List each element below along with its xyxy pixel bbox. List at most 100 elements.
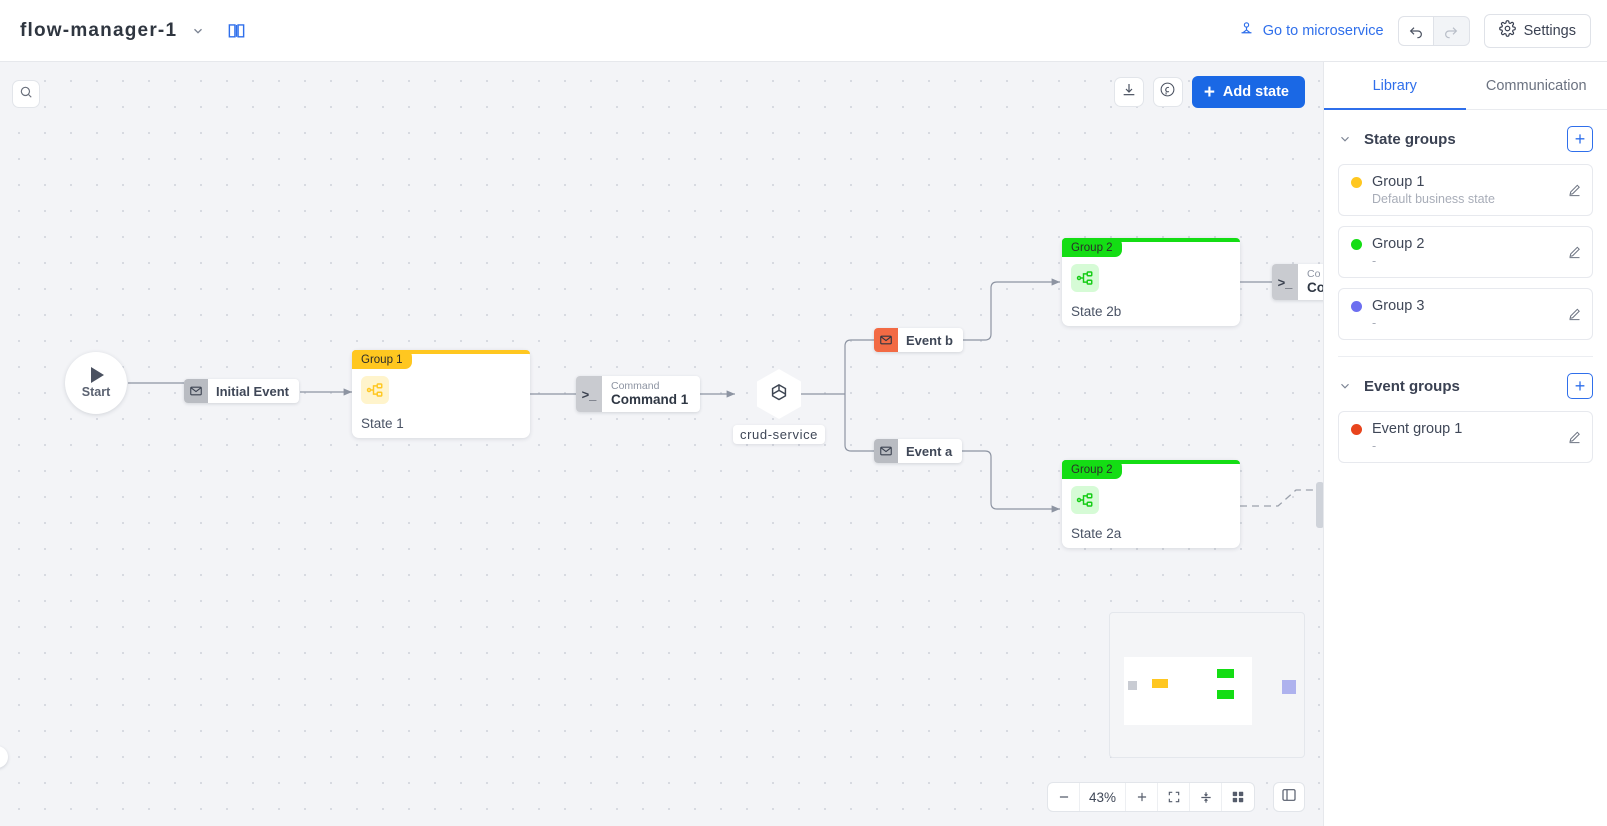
left-collapse-handle[interactable] — [0, 746, 8, 768]
zoom-toolbar: 43% — [1047, 782, 1255, 812]
service-node-crud-service[interactable]: crud-service — [733, 369, 825, 444]
minimap-node — [1282, 680, 1296, 694]
command-node-clipped[interactable]: >_ Co Co — [1272, 264, 1323, 300]
command-text: Command Command 1 — [602, 376, 700, 412]
state-node-state-1[interactable]: Group 1 State 1 — [352, 350, 530, 438]
state-group-header: Group 1 — [1351, 174, 1582, 190]
event-node-initial[interactable]: Initial Event — [184, 379, 299, 403]
clipped-node-edge[interactable] — [1316, 482, 1323, 528]
redo-button[interactable] — [1434, 16, 1470, 46]
microservice-icon — [1238, 20, 1255, 41]
minimap-node — [1217, 669, 1234, 678]
event-badge[interactable]: Event a — [874, 439, 962, 463]
top-bar: flow-manager-1 Go to microservice — [0, 0, 1607, 62]
state-group-header: Group 3 — [1351, 298, 1582, 314]
start-node-label: Start — [82, 385, 110, 399]
state-group-item-group-2[interactable]: Group 2 - — [1338, 226, 1593, 278]
command-kind-label: Co — [1307, 268, 1323, 280]
state-card[interactable]: Group 1 State 1 — [352, 350, 530, 438]
add-event-group-button[interactable]: + — [1567, 373, 1593, 399]
pencil-icon[interactable] — [1567, 245, 1582, 260]
right-panel: Library Communication State groups + Gro… — [1323, 62, 1607, 826]
event-groups-chevron-down-icon[interactable] — [1338, 379, 1352, 393]
command-badge[interactable]: >_ Co Co — [1272, 264, 1323, 300]
add-state-button[interactable]: + Add state — [1192, 76, 1305, 108]
command-badge[interactable]: >_ Command Command 1 — [576, 376, 700, 412]
body: + Add state — [0, 62, 1607, 826]
group-name: Group 1 — [1372, 174, 1424, 190]
event-label: Event b — [898, 328, 963, 352]
event-label: Initial Event — [208, 379, 299, 403]
flow-canvas[interactable]: + Add state — [0, 62, 1323, 826]
plus-icon: + — [1204, 83, 1215, 102]
state-card[interactable]: Group 2 State 2a — [1062, 460, 1240, 548]
command-name: Co — [1307, 280, 1323, 296]
state-card[interactable]: Group 2 State 2b — [1062, 238, 1240, 326]
settings-button[interactable]: Settings — [1484, 14, 1591, 48]
command-node-command-1[interactable]: >_ Command Command 1 — [576, 376, 700, 412]
group-subtitle: Default business state — [1372, 192, 1582, 206]
title-dropdown-chevron-down-icon[interactable] — [191, 24, 205, 38]
download-button[interactable] — [1114, 77, 1144, 107]
event-group-item-event-group-1[interactable]: Event group 1 - — [1338, 411, 1593, 463]
search-icon — [19, 85, 33, 104]
group-color-dot — [1351, 424, 1362, 435]
state-group-item-group-3[interactable]: Group 3 - — [1338, 288, 1593, 340]
start-node-circle[interactable]: Start — [65, 352, 127, 414]
tab-communication[interactable]: Communication — [1466, 62, 1607, 109]
canvas-search-button[interactable] — [12, 80, 40, 108]
add-state-group-button[interactable]: + — [1567, 126, 1593, 152]
minimap-node — [1128, 681, 1137, 690]
download-icon — [1121, 82, 1137, 103]
minimap[interactable] — [1109, 612, 1305, 758]
command-kind-label: Command — [611, 380, 688, 392]
tab-library[interactable]: Library — [1324, 62, 1466, 109]
start-node[interactable]: Start — [65, 352, 127, 414]
state-name: State 2b — [1071, 304, 1121, 319]
flow-manager-app: flow-manager-1 Go to microservice — [0, 0, 1607, 826]
panel-tabs: Library Communication — [1324, 62, 1607, 110]
zoom-out-button[interactable] — [1048, 783, 1080, 811]
envelope-icon — [874, 439, 898, 463]
state-node-state-2b[interactable]: Group 2 State 2b — [1062, 238, 1240, 326]
state-group-item-group-1[interactable]: Group 1 Default business state — [1338, 164, 1593, 216]
book-icon[interactable] — [227, 21, 246, 40]
pencil-icon[interactable] — [1567, 307, 1582, 322]
undo-button[interactable] — [1398, 16, 1434, 46]
state-graph-icon — [361, 376, 389, 404]
zoom-in-button[interactable] — [1126, 783, 1158, 811]
group-color-dot — [1351, 177, 1362, 188]
play-icon — [91, 367, 104, 383]
watermark-button[interactable] — [1153, 77, 1183, 107]
event-groups-title: Event groups — [1364, 378, 1555, 395]
section-header-event-groups: Event groups + — [1324, 357, 1607, 411]
event-node-event-b[interactable]: Event b — [874, 328, 963, 352]
go-to-microservice-link[interactable]: Go to microservice — [1238, 20, 1384, 41]
state-groups-chevron-down-icon[interactable] — [1338, 132, 1352, 146]
state-group-tag: Group 2 — [1062, 460, 1122, 479]
event-badge[interactable]: Event b — [874, 328, 963, 352]
event-group-header: Event group 1 — [1351, 421, 1582, 437]
state-groups-title: State groups — [1364, 131, 1555, 148]
envelope-icon — [184, 379, 208, 403]
fit-screen-button[interactable] — [1158, 783, 1190, 811]
event-badge[interactable]: Initial Event — [184, 379, 299, 403]
page-title: flow-manager-1 — [20, 20, 177, 42]
service-hexagon-icon — [757, 369, 801, 419]
panel-toggle-button[interactable] — [1273, 782, 1305, 812]
group-subtitle: - — [1372, 439, 1582, 453]
pencil-icon[interactable] — [1567, 183, 1582, 198]
event-label: Event a — [898, 439, 962, 463]
zoom-level-label[interactable]: 43% — [1080, 783, 1126, 811]
event-node-event-a[interactable]: Event a — [874, 439, 962, 463]
state-node-state-2a[interactable]: Group 2 State 2a — [1062, 460, 1240, 548]
gear-icon — [1499, 20, 1516, 41]
auto-layout-button[interactable] — [1190, 783, 1222, 811]
state-graph-icon — [1071, 486, 1099, 514]
go-to-microservice-label: Go to microservice — [1263, 23, 1384, 39]
top-bar-actions: Go to microservice Settings — [1238, 14, 1591, 48]
terminal-icon: >_ — [1272, 264, 1298, 300]
grid-button[interactable] — [1222, 783, 1254, 811]
add-state-label: Add state — [1223, 84, 1289, 100]
pencil-icon[interactable] — [1567, 430, 1582, 445]
